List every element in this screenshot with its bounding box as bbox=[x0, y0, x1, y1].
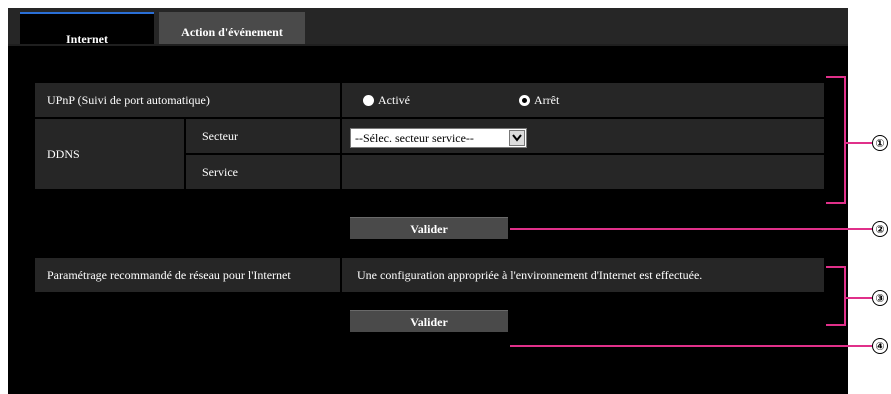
callout-1: ① bbox=[872, 135, 888, 151]
validate-button-2[interactable]: Valider bbox=[350, 310, 508, 332]
leader-2 bbox=[510, 228, 872, 230]
tab-divider bbox=[8, 44, 848, 46]
recommended-label-cell: Paramétrage recommandé de réseau pour l'… bbox=[35, 258, 340, 292]
bracket-3-leader bbox=[846, 297, 872, 299]
bracket-1-side bbox=[844, 76, 846, 204]
tab-event-action[interactable]: Action d'événement bbox=[159, 12, 305, 44]
upnp-option-enabled[interactable]: Activé bbox=[363, 93, 519, 108]
secteur-label: Secteur bbox=[202, 128, 238, 143]
bracket-1-bottom bbox=[826, 202, 846, 204]
validate-button-1[interactable]: Valider bbox=[350, 217, 508, 239]
chevron-down-icon[interactable] bbox=[509, 130, 525, 146]
upnp-options-cell: Activé Arrêt bbox=[342, 83, 824, 117]
callout-4: ④ bbox=[872, 338, 888, 354]
bracket-1-top bbox=[826, 76, 846, 78]
secteur-select-value: --Sélec. secteur service-- bbox=[355, 131, 474, 145]
bracket-3-top bbox=[826, 266, 846, 268]
service-label-cell: Service bbox=[186, 155, 340, 189]
ddns-label-cell: DDNS bbox=[35, 119, 184, 189]
upnp-label: UPnP (Suivi de port automatique) bbox=[47, 92, 210, 107]
recommended-label: Paramétrage recommandé de réseau pour l'… bbox=[47, 267, 291, 282]
callout-3: ③ bbox=[872, 290, 888, 306]
recommended-description-cell: Une configuration appropriée à l'environ… bbox=[342, 258, 824, 292]
secteur-select[interactable]: --Sélec. secteur service-- bbox=[350, 128, 527, 148]
bracket-3-bottom bbox=[826, 324, 846, 326]
callout-2: ② bbox=[872, 221, 888, 237]
bracket-1-leader bbox=[846, 142, 872, 144]
upnp-option-off-label: Arrêt bbox=[534, 92, 560, 107]
service-value-cell bbox=[342, 155, 824, 189]
upnp-option-enabled-label: Activé bbox=[378, 92, 410, 107]
radio-off-icon[interactable] bbox=[519, 94, 530, 106]
upnp-option-off[interactable]: Arrêt bbox=[519, 93, 559, 108]
settings-panel: Internet Action d'événement UPnP (Suivi … bbox=[8, 8, 848, 394]
secteur-label-cell: Secteur bbox=[186, 119, 340, 153]
upnp-label-cell: UPnP (Suivi de port automatique) bbox=[35, 83, 340, 117]
radio-enabled-icon[interactable] bbox=[363, 94, 374, 106]
ddns-label: DDNS bbox=[47, 146, 80, 161]
service-label: Service bbox=[202, 164, 238, 179]
recommended-description: Une configuration appropriée à l'environ… bbox=[357, 267, 703, 282]
leader-4 bbox=[510, 345, 872, 347]
bracket-3-side bbox=[844, 266, 846, 326]
tab-internet[interactable]: Internet bbox=[20, 12, 154, 46]
